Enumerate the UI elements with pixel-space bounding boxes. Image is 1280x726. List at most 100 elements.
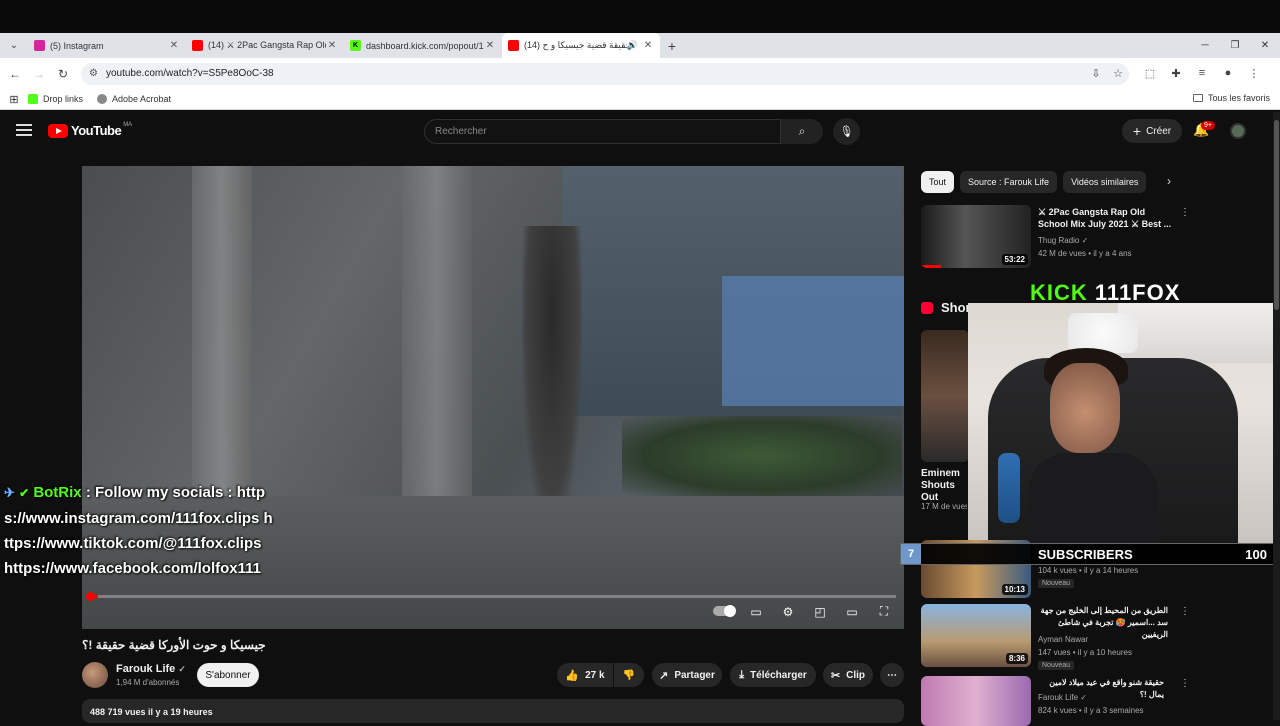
clip-button[interactable]: ✂ Clip [823,663,873,687]
description-box[interactable]: 488 719 vues il y a 19 heures [82,699,904,723]
maximize-icon[interactable]: ❐ [1220,33,1250,58]
like-button[interactable]: 👍 27 k [557,663,613,687]
kick-favicon-icon: K [350,40,361,51]
related-meta: 42 M de vues • il y a 4 ans [1038,249,1132,258]
account-avatar[interactable] [1230,123,1246,139]
all-favorites[interactable]: Tous les favoris [1192,93,1270,103]
dislike-button[interactable]: 👎 [614,663,644,687]
create-label: Créer [1146,125,1172,137]
channel-avatar[interactable] [82,662,108,688]
search-button[interactable]: ⌕ [781,119,823,144]
chip-source[interactable]: Source : Farouk Life [960,171,1058,193]
subs-goal: 100 [1245,546,1267,562]
close-tab-icon[interactable]: ✕ [168,40,180,51]
bookmarks-bar: ⊞ Drop links Adobe Acrobat Tous les favo… [0,89,1280,110]
views-and-date: 488 719 vues il y a 19 heures [90,707,213,717]
related-meta: 147 vues • il y a 10 heures [1038,648,1132,657]
install-app-icon[interactable]: ⇩ [1085,67,1107,80]
settings-gear-icon[interactable]: ⚙ [772,605,804,619]
webcam-body [1028,453,1158,543]
tab-title: (14) حقيقة قضية جيسيكا و ح... [524,40,627,50]
progress-scrubber-handle[interactable] [86,592,95,601]
profile-icon[interactable]: ● [1215,67,1241,80]
close-window-icon[interactable]: ✕ [1250,33,1280,58]
close-tab-icon[interactable]: ✕ [326,40,338,51]
reload-icon[interactable]: ↻ [51,67,75,81]
bookmark-star-icon[interactable]: ☆ [1107,67,1129,80]
related-channel: Ayman Nawar [1038,635,1089,644]
search-input[interactable]: Rechercher [424,119,781,144]
subscribers-goal-bar: 7 SUBSCRIBERS 100 [900,543,1274,565]
channel-word: 111FOX [1094,280,1181,305]
chip-similar[interactable]: Vidéos similaires [1063,171,1147,193]
close-tab-icon[interactable]: ✕ [484,40,496,51]
chip-next-chevron-icon[interactable]: › [1167,174,1171,188]
forward-arrow-icon[interactable]: → [27,67,51,81]
chip-all[interactable]: Tout [921,171,955,193]
tab-search-chevron-icon[interactable]: ⌄ [0,33,28,58]
related-title[interactable]: ⚔ 2Pac Gangsta Rap Old School Mix July 2… [1038,206,1174,230]
bookmark-adobe-acrobat[interactable]: Adobe Acrobat [97,94,171,104]
puzzle-extensions-icon[interactable]: ✚ [1163,67,1189,80]
youtube-logo[interactable]: YouTube MA [48,122,132,138]
youtube-favicon-icon [508,40,519,51]
voice-search-button[interactable]: 🎙 [833,118,860,145]
tab-instagram[interactable]: (5) Instagram ✕ [28,33,186,58]
autoplay-toggle[interactable] [708,604,740,619]
browser-tab-bar: ⌄ (5) Instagram ✕ (14) ⚔ 2Pac Gangsta Ra… [0,33,1280,58]
channel-name-text: Farouk Life [116,663,176,675]
subtitles-icon[interactable]: ▭ [740,605,772,619]
download-label: Télécharger [750,669,807,681]
close-tab-icon[interactable]: ✕ [642,40,654,51]
autoplay-toggle-switch [713,604,736,617]
fullscreen-icon[interactable]: ⛶ [868,604,900,619]
related-menu-dots-icon[interactable]: ⋮ [1180,678,1190,689]
menu-dots-icon[interactable]: ⋮ [1241,67,1267,80]
watched-progress [921,265,941,268]
related-thumbnail[interactable]: 8:36 [921,604,1031,667]
short-caption[interactable]: Eminem Shouts Out [921,468,967,504]
tab-title: (14) ⚔ 2Pac Gangsta Rap Old [208,40,326,50]
apps-grid-icon[interactable]: ⊞ [0,93,28,106]
search-icon: ⌕ [798,124,806,138]
minimize-icon[interactable]: ─ [1190,33,1220,58]
new-tab-plus-icon[interactable]: + [660,38,684,54]
more-actions-button[interactable]: ⋯ [880,663,904,687]
hamburger-menu-icon[interactable] [16,124,32,136]
tab-kick-dashboard[interactable]: K dashboard.kick.com/popout/1 ✕ [344,33,502,58]
related-thumbnail[interactable] [921,676,1031,726]
video-duration: 8:36 [1005,653,1028,664]
back-arrow-icon[interactable]: ← [3,67,27,81]
site-info-icon[interactable]: ⚙ [89,68,98,79]
theater-mode-icon[interactable]: ▭ [836,605,868,619]
all-favorites-label: Tous les favoris [1207,93,1270,103]
short-thumbnail[interactable] [921,330,969,462]
related-menu-dots-icon[interactable]: ⋮ [1180,606,1190,617]
video-frame-window [722,276,904,406]
video-frame-figure [522,226,582,526]
tab-youtube-2pac[interactable]: (14) ⚔ 2Pac Gangsta Rap Old ✕ [186,33,344,58]
miniplayer-icon[interactable]: ◰ [804,605,836,619]
share-arrow-icon: ↗ [659,669,669,682]
window-controls: ─ ❐ ✕ [1190,33,1280,58]
download-button[interactable]: ⤓ Télécharger [730,663,816,687]
tab-title: dashboard.kick.com/popout/1 [366,40,484,51]
related-channel-text: Thug Radio [1038,236,1080,245]
channel-name[interactable]: Farouk Life ✓ [116,663,186,675]
bookmark-drop-links[interactable]: Drop links [28,94,83,104]
url-bar[interactable]: ⚙ youtube.com/watch?v=S5Pe8OoC-38 ⇩ ☆ [81,62,1129,85]
related-menu-dots-icon[interactable]: ⋮ [1180,207,1190,218]
related-meta: 104 k vues • il y a 14 heures [1038,566,1139,575]
related-thumbnail[interactable]: 53:22 [921,205,1031,268]
share-button[interactable]: ↗ Partager [652,663,722,687]
address-toolbar: ← → ↻ ⚙ youtube.com/watch?v=S5Pe8OoC-38 … [0,58,1280,89]
speaker-icon[interactable]: 🔊 [627,40,638,51]
extension-icon[interactable]: ⬚ [1137,67,1163,80]
create-button[interactable]: + Créer [1122,119,1182,143]
media-control-icon[interactable]: ≡ [1189,67,1215,80]
video-progress-bar[interactable] [90,595,896,598]
scrollbar-thumb[interactable] [1274,120,1279,310]
tab-youtube-active[interactable]: (14) حقيقة قضية جيسيكا و ح... 🔊 ✕ [502,33,660,58]
subs-count: 7 [901,544,921,564]
subscribe-button[interactable]: S'abonner [197,663,259,687]
